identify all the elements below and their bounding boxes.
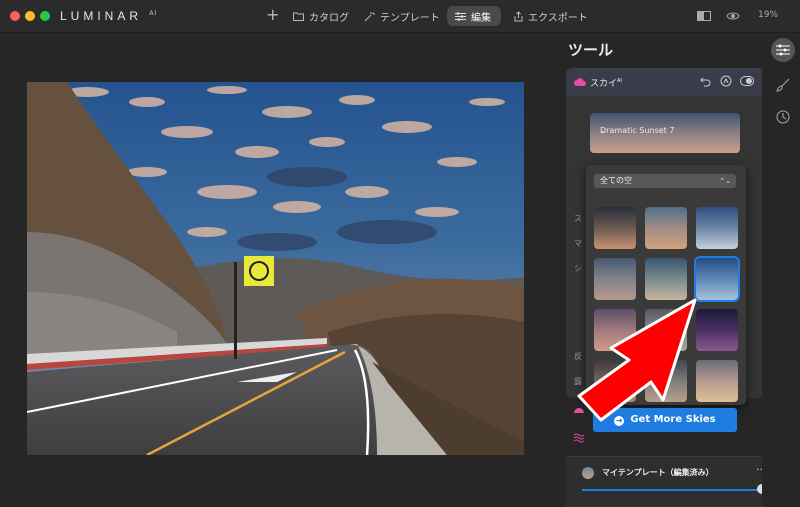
highlight-arrow <box>577 298 697 422</box>
chevron-updown-icon: ⌃⌄ <box>719 177 731 185</box>
sliders-icon <box>776 44 790 56</box>
tab-edit-label: 編集 <box>471 12 491 24</box>
zoom-window-button[interactable] <box>40 11 50 21</box>
visibility-toggle-icon[interactable] <box>740 76 754 86</box>
app-logo: LUMINAR AI <box>60 9 158 23</box>
sliders-icon <box>455 11 466 21</box>
history-button[interactable] <box>771 105 795 129</box>
sky-ai-header[interactable]: スカイAI <box>566 68 764 96</box>
sky-selection-dropdown[interactable]: Dramatic Sunset 7 ⌄ <box>590 113 740 153</box>
image-canvas <box>0 33 562 506</box>
close-window-button[interactable] <box>10 11 20 21</box>
zoom-level[interactable]: 19% <box>758 10 778 20</box>
sky-thumbnail[interactable] <box>694 256 740 302</box>
sky-thumbnail[interactable] <box>696 360 738 402</box>
sky-thumbnail[interactable] <box>696 207 738 249</box>
undo-icon[interactable] <box>700 76 711 87</box>
tab-export[interactable]: エクスポート <box>514 6 588 26</box>
template-avatar <box>582 467 594 479</box>
sky-thumbnail[interactable] <box>696 309 738 351</box>
photo-preview[interactable] <box>27 82 524 455</box>
sky-filter-select[interactable]: 全ての空 ⌃⌄ <box>594 174 736 188</box>
brush-icon <box>776 78 790 92</box>
tab-edit[interactable]: 編集 <box>447 6 501 26</box>
tab-export-label: エクスポート <box>528 12 588 24</box>
sky-ai-title: スカイAI <box>590 78 622 89</box>
right-tool-strip <box>762 33 800 506</box>
edit-tools-button[interactable] <box>771 38 795 62</box>
waves-icon[interactable] <box>574 433 584 443</box>
template-amount-slider[interactable] <box>582 489 760 491</box>
chevron-down-icon: ⌄ <box>600 126 607 135</box>
favorite-icon[interactable] <box>720 75 732 87</box>
compare-view-icon[interactable] <box>697 11 711 21</box>
hidden-row-2: マ <box>574 239 582 248</box>
clock-icon <box>776 110 790 124</box>
sky-thumbnail[interactable] <box>594 258 636 300</box>
cloud-icon <box>574 78 586 86</box>
magic-wand-icon <box>364 11 375 21</box>
share-icon <box>514 10 523 21</box>
tab-templates[interactable]: テンプレート <box>364 6 440 26</box>
sky-thumbnail[interactable] <box>645 258 687 300</box>
template-name: マイテンプレート（編集済み） <box>602 468 714 477</box>
title-bar: LUMINAR AI + カタログ テンプレート 編集 エクスポート 19% <box>0 0 800 33</box>
sky-thumbnail[interactable] <box>645 207 687 249</box>
tab-catalog-label: カタログ <box>309 12 349 24</box>
hidden-row-1: ス <box>574 214 582 223</box>
sky-filter-label: 全ての空 <box>600 176 632 185</box>
tab-templates-label: テンプレート <box>380 12 440 24</box>
hidden-row-3: シ <box>574 264 582 273</box>
eye-icon[interactable] <box>726 11 740 21</box>
folder-icon <box>293 12 304 21</box>
minimize-window-button[interactable] <box>25 11 35 21</box>
tab-catalog[interactable]: カタログ <box>293 6 349 26</box>
add-photos-button[interactable]: + <box>266 6 279 24</box>
panel-title: ツール <box>568 41 614 59</box>
template-bar: マイテンプレート（編集済み） ··· <box>566 456 767 507</box>
sky-thumbnail[interactable] <box>594 207 636 249</box>
brush-tools-button[interactable] <box>771 73 795 97</box>
